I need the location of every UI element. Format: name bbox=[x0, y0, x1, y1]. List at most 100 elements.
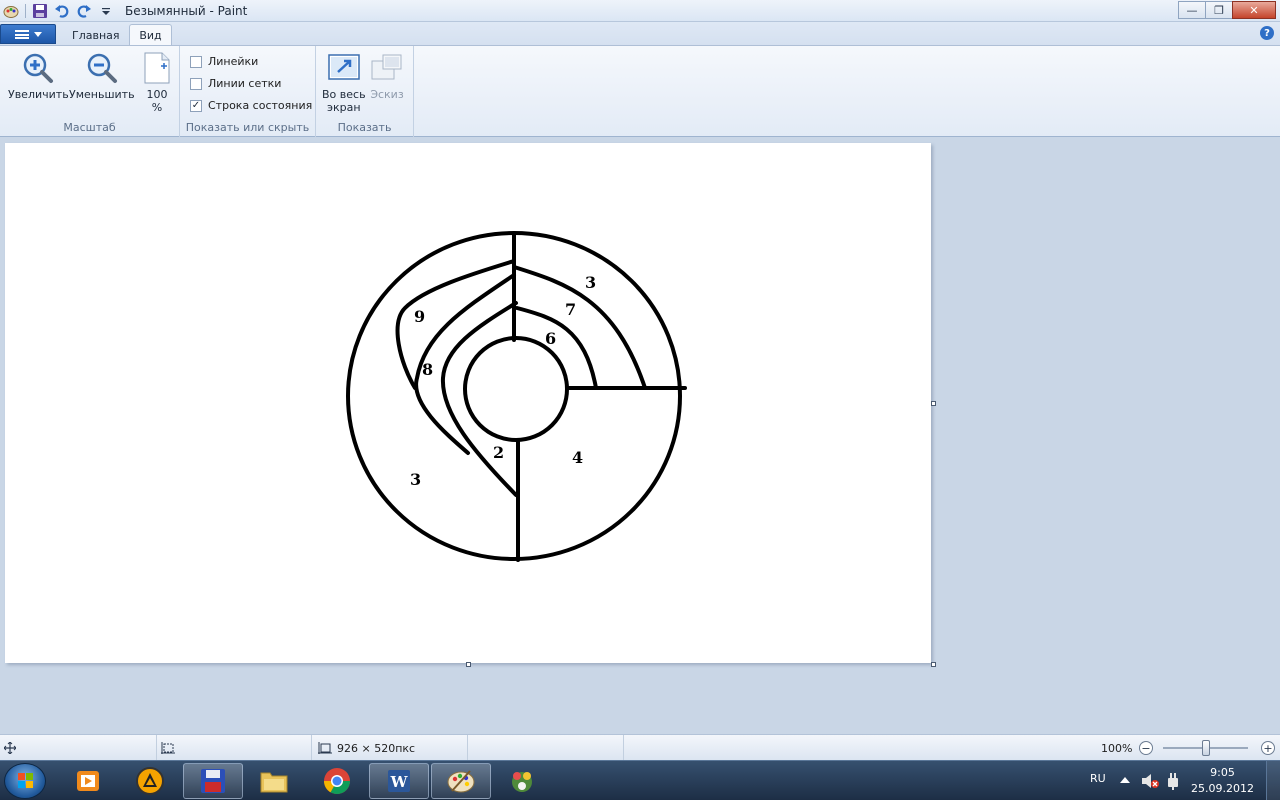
word-icon: W bbox=[388, 770, 410, 792]
tab-view[interactable]: Вид bbox=[129, 24, 172, 46]
curve-band-3 bbox=[512, 265, 647, 390]
gridlines-checkbox[interactable]: Линии сетки bbox=[190, 77, 281, 90]
show-hide-group: Линейки Линии сетки ✓ Строка состояния П… bbox=[180, 46, 316, 137]
taskbar-explorer[interactable] bbox=[244, 763, 304, 799]
label-sector-3-top: 3 bbox=[585, 273, 597, 292]
restore-button[interactable]: ❐ bbox=[1205, 1, 1233, 19]
label-sector-8: 8 bbox=[422, 360, 434, 379]
image-size-field: 926 × 520пкс bbox=[312, 735, 468, 761]
help-icon[interactable]: ? bbox=[1260, 26, 1274, 40]
clock-time: 9:05 bbox=[1210, 766, 1235, 779]
zoom-in-status-button[interactable]: + bbox=[1261, 741, 1275, 755]
gridlines-label: Линии сетки bbox=[208, 77, 282, 90]
thumbnail-icon bbox=[370, 51, 404, 85]
ribbon-tabs: Главная Вид ? bbox=[0, 22, 1280, 46]
customize-qat-icon[interactable] bbox=[97, 2, 115, 20]
zoom-out-label: Уменьшить bbox=[69, 88, 135, 101]
ribbon-view: Увеличить Уменьшить 100 % Масштаб Линейк… bbox=[0, 45, 1280, 137]
windows-taskbar: W RU 9:05 25.09.2012 bbox=[0, 760, 1280, 800]
file-size-field bbox=[468, 735, 624, 761]
floppy-disk-icon bbox=[201, 769, 225, 793]
speaker-muted-icon[interactable] bbox=[1141, 773, 1159, 789]
label-sector-3-bottom: 3 bbox=[410, 470, 422, 489]
resize-handle-corner[interactable] bbox=[931, 662, 936, 667]
rulers-label: Линейки bbox=[208, 55, 259, 68]
status-bar: 926 × 520пкс 100% − + bbox=[0, 734, 1280, 761]
menu-icon bbox=[14, 29, 29, 39]
image-size-text: 926 × 520пкс bbox=[337, 741, 416, 755]
undo-icon[interactable] bbox=[53, 2, 71, 20]
svg-text:W: W bbox=[390, 773, 409, 791]
chrome-icon bbox=[323, 768, 351, 795]
show-hide-group-label: Показать или скрыть bbox=[185, 121, 310, 134]
label-sector-6: 6 bbox=[545, 329, 557, 348]
curve-band-7 bbox=[515, 306, 598, 390]
fullscreen-button[interactable]: Во весь экран bbox=[322, 51, 366, 114]
label-sector-9: 9 bbox=[414, 307, 426, 326]
zoom-out-button[interactable]: Уменьшить bbox=[69, 51, 135, 101]
media-player-icon bbox=[77, 771, 99, 791]
taskbar-chrome[interactable] bbox=[307, 763, 367, 799]
title-bar: Безымянный - Paint — ❐ ✕ bbox=[0, 0, 1280, 22]
chevron-down-icon bbox=[33, 31, 42, 37]
rulers-checkbox[interactable]: Линейки bbox=[190, 55, 258, 68]
label-sector-4: 4 bbox=[572, 448, 584, 467]
taskbar-media-player[interactable] bbox=[58, 763, 118, 799]
minimize-button[interactable]: — bbox=[1178, 1, 1206, 19]
display-group-label: Показать bbox=[337, 121, 392, 134]
inner-circle bbox=[463, 336, 569, 442]
start-button[interactable] bbox=[4, 763, 46, 799]
taskbar-games[interactable] bbox=[492, 763, 552, 799]
clock-date: 25.09.2012 bbox=[1191, 782, 1254, 795]
gridlines-checkbox-box bbox=[190, 77, 202, 90]
zoom-in-button[interactable]: Увеличить bbox=[8, 51, 69, 101]
check-icon: ✓ bbox=[190, 99, 202, 112]
zoom-100-line2: % bbox=[151, 101, 163, 114]
resize-handle-bottom[interactable] bbox=[466, 662, 471, 667]
tab-home[interactable]: Главная bbox=[60, 24, 132, 46]
windows-logo-icon bbox=[18, 773, 33, 788]
cursor-position-icon bbox=[4, 742, 16, 754]
fullscreen-line1: Во весь bbox=[322, 88, 366, 101]
zoom-slider-thumb[interactable] bbox=[1202, 740, 1210, 756]
zoom-group-label: Масштаб bbox=[63, 121, 116, 134]
language-indicator[interactable]: RU bbox=[1090, 772, 1106, 785]
paint-app-icon[interactable] bbox=[2, 2, 20, 20]
tray-expand-icon[interactable] bbox=[1120, 776, 1130, 784]
zoom-100-button[interactable]: 100 % bbox=[140, 51, 174, 114]
window-controls: — ❐ ✕ bbox=[1178, 1, 1276, 19]
clock[interactable]: 9:05 25.09.2012 bbox=[1191, 765, 1254, 797]
folder-icon bbox=[260, 772, 288, 793]
power-plug-icon[interactable] bbox=[1165, 772, 1181, 790]
curve-band-2 bbox=[440, 301, 518, 497]
resize-handle-right[interactable] bbox=[931, 401, 936, 406]
canvas-workspace[interactable]: 3 7 6 9 8 2 4 3 bbox=[0, 137, 1280, 734]
taskbar-aimp[interactable] bbox=[120, 763, 180, 799]
zoom-level: 100% bbox=[1101, 741, 1133, 755]
redo-icon[interactable] bbox=[75, 2, 93, 20]
drawing-canvas[interactable]: 3 7 6 9 8 2 4 3 bbox=[5, 143, 931, 663]
close-button[interactable]: ✕ bbox=[1232, 1, 1276, 19]
window-title: Безымянный - Paint bbox=[125, 4, 248, 18]
taskbar-word[interactable]: W bbox=[369, 763, 429, 799]
statusbar-checkbox[interactable]: ✓ Строка состояния bbox=[190, 99, 312, 112]
thumbnail-button[interactable]: Эскиз bbox=[370, 51, 404, 101]
zoom-out-status-button[interactable]: − bbox=[1139, 741, 1153, 755]
paint-menu-button[interactable] bbox=[0, 24, 56, 44]
zoom-in-icon bbox=[21, 51, 55, 85]
fullscreen-icon bbox=[327, 51, 361, 85]
rulers-checkbox-box bbox=[190, 55, 202, 68]
image-size-icon bbox=[318, 742, 332, 754]
zoom-out-icon bbox=[85, 51, 119, 85]
aimp-icon bbox=[136, 767, 164, 795]
taskbar-floppy-save[interactable] bbox=[183, 763, 243, 799]
save-icon[interactable] bbox=[31, 2, 49, 20]
taskbar-paint[interactable] bbox=[431, 763, 491, 799]
zoom-group: Увеличить Уменьшить 100 % Масштаб bbox=[0, 46, 180, 137]
zoom-in-label: Увеличить bbox=[8, 88, 69, 101]
games-icon bbox=[512, 772, 532, 792]
selection-size-icon bbox=[161, 742, 175, 754]
show-desktop-button[interactable] bbox=[1266, 761, 1280, 800]
disc-drawing bbox=[346, 231, 687, 562]
quick-access-toolbar bbox=[2, 2, 115, 20]
